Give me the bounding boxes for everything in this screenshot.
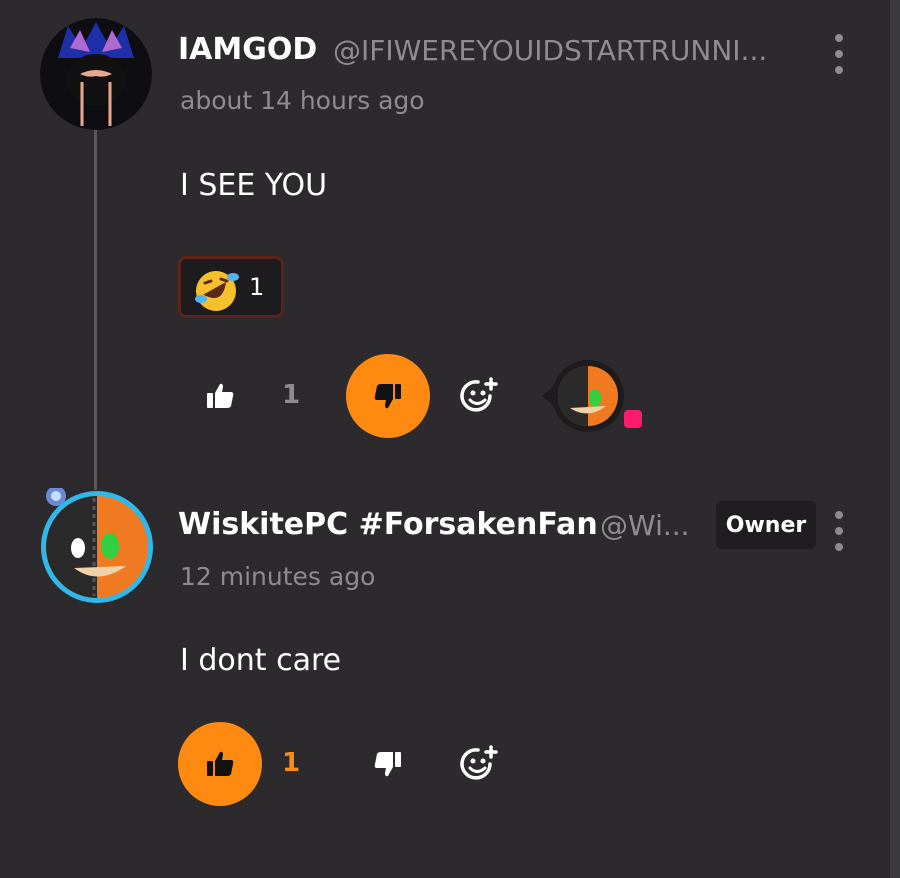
- timestamp: about 14 hours ago: [180, 86, 425, 115]
- comment-text: I dont care: [180, 643, 342, 678]
- dislike-button[interactable]: [346, 722, 430, 806]
- dislike-button[interactable]: [346, 354, 430, 438]
- more-options-icon[interactable]: [829, 511, 849, 551]
- laughing-emoji-icon: [195, 271, 239, 311]
- comment-text: I SEE YOU: [180, 168, 328, 203]
- owner-badge: Owner: [716, 501, 816, 549]
- author-handle[interactable]: @IFIWEREYOUIDSTARTRUNNI...: [333, 34, 767, 67]
- notification-dot: [624, 410, 642, 428]
- reply-thread-line: [94, 128, 97, 490]
- like-button[interactable]: [178, 722, 262, 806]
- thumbs-up-icon: [207, 383, 234, 408]
- add-emoji-icon: [460, 745, 498, 780]
- replier-avatar[interactable]: [540, 358, 642, 434]
- thumbs-up-icon: [207, 751, 234, 776]
- add-emoji-icon: [460, 377, 498, 412]
- timestamp: 12 minutes ago: [180, 562, 376, 591]
- author-name[interactable]: IAMGOD: [178, 32, 317, 67]
- avatar[interactable]: [38, 488, 156, 606]
- author-name[interactable]: WiskitePC #ForsakenFan: [178, 507, 598, 542]
- scrollbar-track[interactable]: [890, 0, 900, 878]
- reaction-count: 1: [249, 273, 265, 301]
- like-count: 1: [282, 748, 301, 778]
- reaction-chip[interactable]: 1: [178, 256, 284, 318]
- avatar[interactable]: [40, 18, 152, 130]
- like-count: 1: [282, 380, 301, 410]
- thumbs-down-icon: [374, 384, 401, 409]
- thumbs-down-icon: [374, 752, 401, 777]
- like-button[interactable]: [178, 354, 262, 438]
- add-reaction-button[interactable]: [438, 722, 522, 806]
- author-handle[interactable]: @Wi...: [600, 509, 690, 542]
- more-options-icon[interactable]: [829, 34, 849, 74]
- add-reaction-button[interactable]: [438, 354, 522, 438]
